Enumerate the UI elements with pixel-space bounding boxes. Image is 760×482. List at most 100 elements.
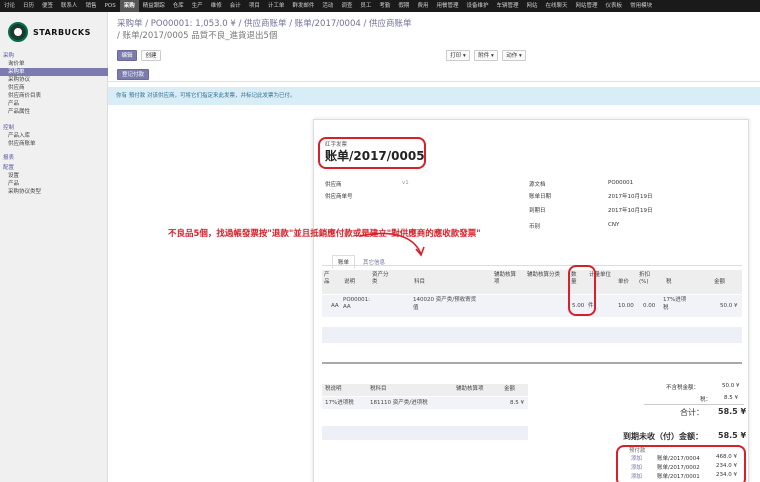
topnav-item[interactable]: 会计 [226,0,245,12]
untaxed-value: 50.0 ¥ [722,383,740,389]
topnav-item[interactable]: 用餐管理 [432,0,462,12]
top-menu-bar: 讨论 日历 便签 联系人 销售 POS 采购 精益跟踪 仓库 生产 维修 会计 项目 计工单 群发邮件 活动调… [0,0,760,12]
tax-row[interactable]: 17%进项税 181110 资产类/进项税 8.5 ¥ [322,397,528,409]
register-payment-button[interactable]: 登记付款 [117,69,149,80]
topnav-item[interactable]: 员工 [356,0,375,12]
tab-divider [322,265,742,266]
starbucks-logo-icon [8,22,28,42]
topnav-item[interactable]: 调查 [337,0,356,12]
topnav-item[interactable]: 仓库 [169,0,188,12]
col-asset-category: 资产分类 [372,272,389,285]
sidebar-item[interactable]: 询价单 [0,60,108,68]
topnav-item[interactable]: 在线聊天 [542,0,572,12]
topnav-item[interactable]: 计工单 [264,0,289,12]
invoice-lines-header: 产品 说明 资产分类 科目 辅助核算项 辅助核算分类 数量 计量单位 单价 折扣… [322,270,742,294]
topnav-item[interactable]: 假期 [394,0,413,12]
topnav-item[interactable]: 联系人 [57,0,82,12]
grand-total-value: 58.5 ¥ [718,407,747,416]
topnav-item[interactable]: 生产 [188,0,207,12]
col-tax: 税 [666,279,672,285]
sidebar-item[interactable]: 采购协议 [0,76,108,84]
invoice-line-row[interactable]: AA PO00001: AA 140020 资产类/预收寄货 值 5.00 件 … [322,295,742,317]
topnav-item[interactable]: 销售 [82,0,101,12]
sidebar-item[interactable]: 采购协议类型 [0,188,108,196]
sidebar-item[interactable]: 产品属性 [0,108,108,116]
due-date-value: 2017年10月19日 [608,208,653,214]
title-highlight-oval [318,137,426,169]
sidebar-item[interactable]: 产品 [0,180,108,188]
breadcrumb-line-2: / 账单/2017/0005 品質不良_進貨退出5個 [117,31,278,41]
topnav-item[interactable]: 维修 [207,0,226,12]
empty-tax-row [322,426,528,440]
tax-col-desc: 税说明 [325,386,342,392]
sidebar-item[interactable]: 产品入库 [0,132,108,140]
sidebar-group: 采购 询价单 采购单 采购协议 供应商 供应商价目表 产品 产品属性 [0,52,108,116]
attachment-dropdown[interactable]: 附件 ▾ [474,50,498,61]
topnav-item[interactable]: 日历 [19,0,38,12]
vendor-ref-label: 供应商单号 [325,194,353,200]
col-amount: 金额 [714,279,726,285]
topnav-item[interactable]: 讨论 [0,0,19,12]
edit-button[interactable]: 编辑 [117,50,137,61]
tax-row-amount: 8.5 ¥ [510,400,524,406]
sidebar-item[interactable]: 供应商账单 [0,140,108,148]
vendor-value[interactable]: v1 [402,180,409,186]
amount-due-label: 到期未收（付）金额： [623,432,703,441]
create-button[interactable]: 创建 [141,50,161,61]
line-amount: 50.0 ¥ [720,303,738,309]
topnav-item[interactable]: 车辆管理 [492,0,522,12]
sidebar-item[interactable]: 供应商价目表 [0,92,108,100]
topnav-item[interactable]: 便签 [38,0,57,12]
company-logo[interactable]: STARBUCKS [8,22,91,42]
tax-row-desc: 17%进项税 [325,400,354,406]
source-doc-label: 源文档 [529,182,546,188]
grand-total-label: 合计： [680,408,704,417]
totals-divider [644,404,744,405]
line-tax-cont: 税 [663,305,669,311]
sidebar-group: 配置 设置 产品 采购协议类型 [0,164,108,196]
topnav-item[interactable]: 考勤 [375,0,394,12]
sidebar-item[interactable]: 供应商 [0,84,108,92]
sidebar-group: 报表 [0,154,108,162]
topnav-item[interactable]: 网站 [523,0,542,12]
topnav-item[interactable]: 设备维护 [462,0,492,12]
invoice-sheet: 红字发票 账单/2017/0005 供应商 v1 供应商单号 源文档 PO000… [313,119,749,482]
topnav-item[interactable]: POS [101,0,120,12]
line-account: 140020 资产类/预收寄货 [413,297,477,303]
action-dropdown[interactable]: 动作 ▾ [502,50,526,61]
sidebar-group: 控制 产品入库 供应商账单 [0,124,108,148]
col-analytic-account: 辅助核算项 [494,272,517,285]
topnav-item[interactable]: 常用模块 [626,0,656,12]
untaxed-label: 不含税金额： [666,385,700,391]
col-analytic-tag: 辅助核算分类 [527,272,561,278]
topnav-item[interactable]: 精益跟踪 [139,0,169,12]
breadcrumb-line-1[interactable]: 采购单 / PO00001: 1,053.0 ¥ / 供应商账单 / 账单/20… [117,18,537,30]
topnav-item[interactable]: 网站管理 [572,0,602,12]
print-dropdown[interactable]: 打印 ▾ [446,50,470,61]
topnav-item[interactable]: 采购 [119,0,139,12]
sidebar-group-heading: 控制 [3,125,15,131]
col-desc: 说明 [344,279,356,285]
tax-total-value: 8.5 ¥ [724,395,738,401]
amount-due-value: 58.5 ¥ [718,431,747,440]
line-discount: 0.00 [643,303,656,309]
tab-bill[interactable]: 账单 [332,255,356,269]
logo-text: STARBUCKS [33,27,91,37]
topnav-item[interactable]: 仪表板 [602,0,627,12]
bill-date-value: 2017年10月19日 [608,194,653,200]
breadcrumb: 采购单 / PO00001: 1,053.0 ¥ / 供应商账单 / 账单/20… [117,18,537,42]
tax-col-amount: 金额 [504,386,516,392]
sidebar-group-heading: 报表 [3,155,15,161]
sidebar-item[interactable]: 产品 [0,100,108,108]
tax-col-account: 税科目 [370,386,387,392]
topnav-item[interactable]: 项目 [245,0,264,12]
topnav-item[interactable]: 费用 [413,0,432,12]
sidebar: STARBUCKS 采购 询价单 采购单 采购协议 供应商 供应商价目表 产品 产品属性 控制产… [0,12,108,482]
due-date-label: 到期日 [529,208,546,214]
topnav-item[interactable]: 群发邮件 [288,0,318,12]
topnav-item[interactable]: 活动 [318,0,337,12]
line-tax: 17%进项 [663,297,687,303]
sidebar-item[interactable]: 设置 [0,172,108,180]
sidebar-item[interactable]: 采购单 [0,68,108,76]
tax-row-account: 181110 资产类/进项税 [370,400,428,406]
